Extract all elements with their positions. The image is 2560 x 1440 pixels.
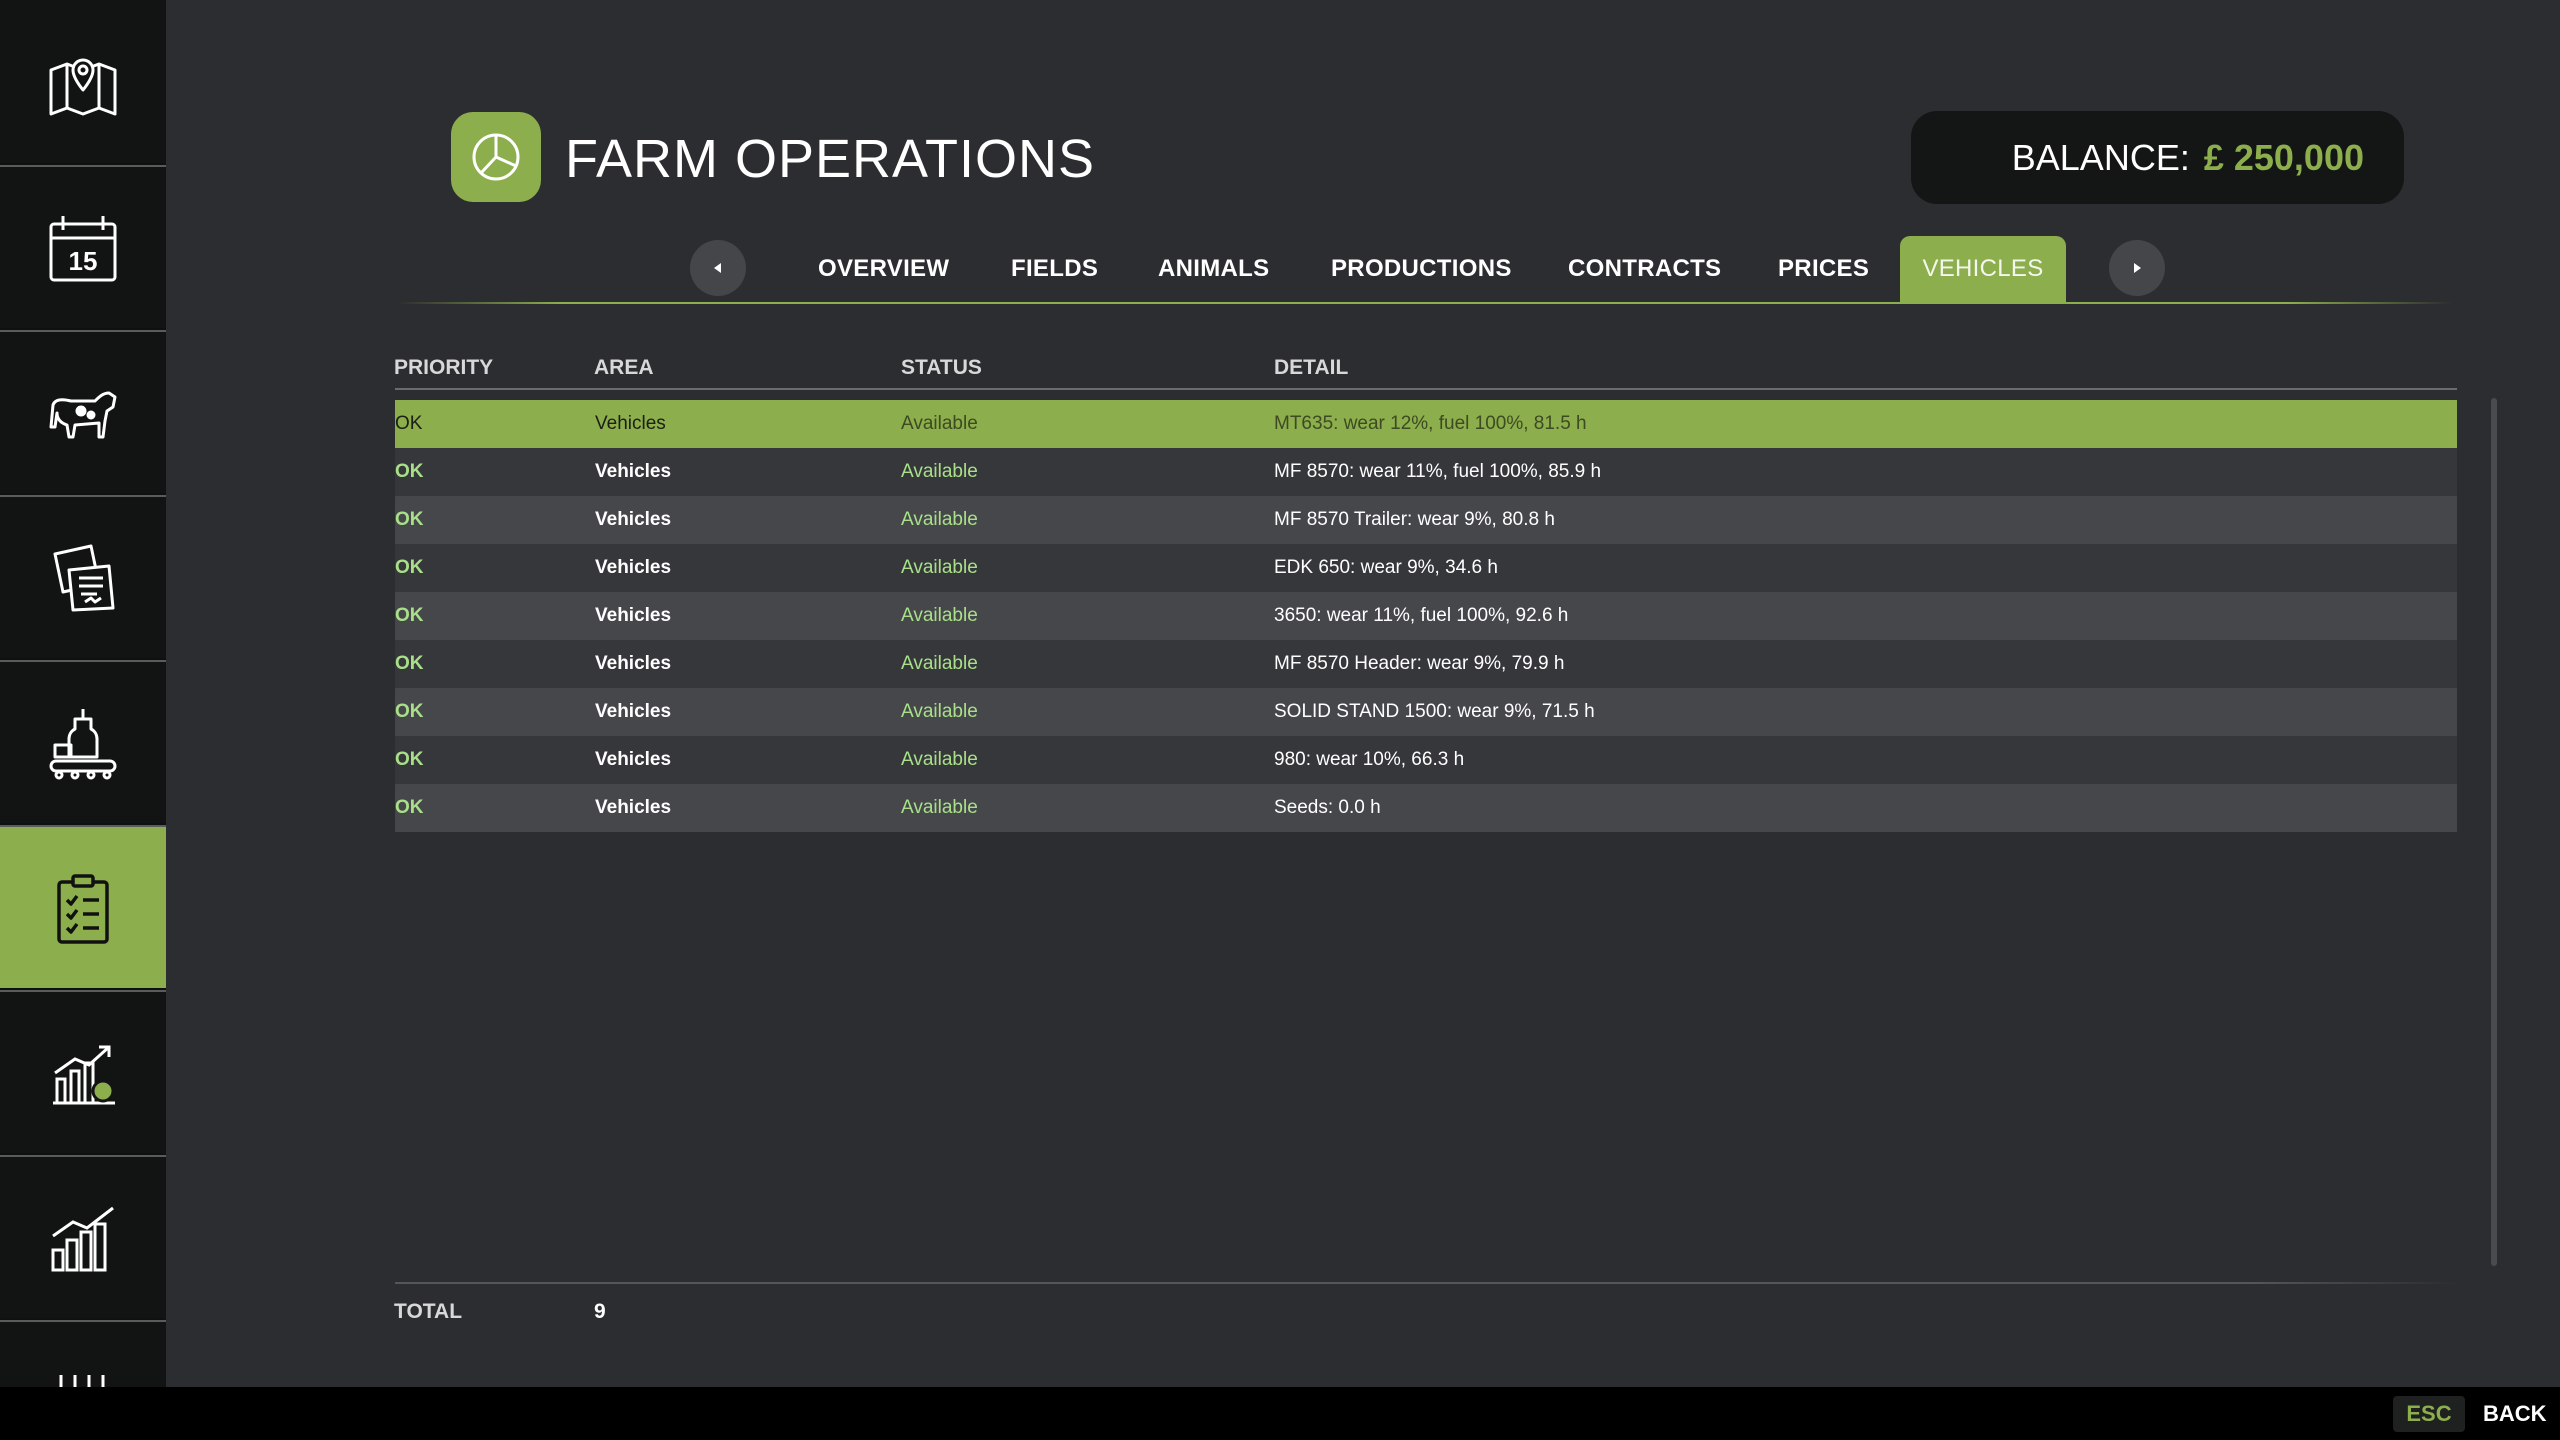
detail-cell: 3650: wear 11%, fuel 100%, 92.6 h [1274, 605, 1569, 626]
detail-cell: EDK 650: wear 9%, 34.6 h [1274, 557, 1498, 578]
status-cell: Available [901, 461, 978, 482]
detail-cell: Seeds: 0.0 h [1274, 797, 1381, 818]
tab-fields[interactable]: FIELDS [1011, 236, 1098, 302]
balance-value: £ 250,000 [2203, 136, 2364, 178]
priority-cell: OK [395, 605, 424, 626]
sidebar-item-finances[interactable] [0, 990, 166, 1153]
detail-cell: MF 8570: wear 11%, fuel 100%, 85.9 h [1274, 461, 1602, 482]
tab-prices[interactable]: PRICES [1778, 236, 1869, 302]
sidebar-item-map[interactable] [0, 0, 166, 163]
area-cell: Vehicles [595, 749, 672, 770]
area-cell: Vehicles [595, 701, 672, 722]
farm-operations-logo [451, 112, 541, 202]
area-cell: Vehicles [595, 413, 666, 434]
bottom-input-bar: ESC BACK [0, 1387, 2560, 1440]
documents-icon [53, 544, 115, 611]
status-cell: Available [901, 413, 978, 434]
cow-icon [49, 391, 117, 438]
header-divider [395, 388, 2457, 390]
status-cell: Available [901, 557, 978, 578]
table-row[interactable]: OK Vehicles Available MF 8570 Trailer: w… [395, 496, 2457, 544]
area-cell: Vehicles [595, 557, 672, 578]
status-cell: Available [901, 605, 978, 626]
back-button[interactable]: BACK [2483, 1401, 2547, 1427]
sidebar: 15 [0, 0, 166, 1387]
priority-cell: OK [395, 701, 424, 722]
area-cell: Vehicles [595, 509, 672, 530]
esc-key-hint[interactable]: ESC [2393, 1396, 2465, 1432]
total-label: TOTAL [394, 1300, 463, 1323]
detail-cell: SOLID STAND 1500: wear 9%, 71.5 h [1274, 701, 1595, 722]
detail-cell: 980: wear 10%, 66.3 h [1274, 749, 1465, 770]
area-cell: Vehicles [595, 797, 672, 818]
page-title: FARM OPERATIONS [565, 129, 1096, 189]
table-row[interactable]: OK Vehicles Available MT635: wear 12%, f… [395, 400, 2457, 448]
map-icon [49, 58, 117, 115]
tab-vehicles[interactable]: VEHICLES [1900, 236, 2066, 302]
status-cell: Available [901, 653, 978, 674]
priority-cell: OK [395, 509, 424, 530]
operations-table: OK Vehicles Available MT635: wear 12%, f… [395, 400, 2457, 832]
priority-cell: OK [395, 749, 424, 770]
arrow-left-icon [714, 263, 721, 273]
table-row[interactable]: OK Vehicles Available EDK 650: wear 9%, … [395, 544, 2457, 592]
table-scrollbar[interactable] [2491, 398, 2497, 1266]
pie-chart-icon [472, 133, 520, 181]
tab-prev-button[interactable] [690, 240, 746, 296]
tab-underline [397, 302, 2452, 304]
clipboard-checklist-icon [57, 873, 109, 944]
detail-cell: MF 8570 Header: wear 9%, 79.9 h [1274, 653, 1565, 674]
priority-cell: OK [395, 557, 424, 578]
area-cell: Vehicles [595, 605, 672, 626]
area-cell: Vehicles [595, 653, 672, 674]
status-cell: Available [901, 509, 978, 530]
sidebar-item-settings[interactable] [0, 1320, 166, 1387]
finance-chart-icon [53, 1045, 115, 1104]
farm-operations-screen: 15 FARM OPERATIONS BALANCE: £ 250,000 OV… [0, 0, 2560, 1440]
priority-cell: OK [395, 653, 424, 674]
table-row[interactable]: OK Vehicles Available Seeds: 0.0 h [395, 784, 2457, 832]
status-cell: Available [901, 749, 978, 770]
svg-text:15: 15 [69, 246, 98, 276]
column-header-status[interactable]: STATUS [901, 356, 982, 380]
arrow-right-icon [2134, 263, 2141, 273]
table-row[interactable]: OK Vehicles Available MF 8570: wear 11%,… [395, 448, 2457, 496]
footer-divider [395, 1282, 2457, 1284]
area-cell: Vehicles [595, 461, 672, 482]
total-value: 9 [594, 1300, 606, 1323]
status-cell: Available [901, 701, 978, 722]
production-icon [49, 708, 117, 779]
statistics-chart-icon [51, 1206, 114, 1271]
tab-contracts[interactable]: CONTRACTS [1568, 236, 1721, 302]
detail-cell: MF 8570 Trailer: wear 9%, 80.8 h [1274, 509, 1555, 530]
priority-cell: OK [395, 797, 424, 818]
sidebar-item-calendar[interactable]: 15 [0, 165, 166, 328]
sidebar-item-production[interactable] [0, 660, 166, 823]
tab-next-button[interactable] [2109, 240, 2165, 296]
column-header-priority[interactable]: PRIORITY [394, 356, 493, 380]
sidebar-item-contracts[interactable] [0, 495, 166, 658]
calendar-icon: 15 [49, 215, 117, 281]
detail-cell: MT635: wear 12%, fuel 100%, 81.5 h [1274, 413, 1587, 434]
column-header-detail[interactable]: DETAIL [1274, 356, 1348, 380]
priority-cell: OK [395, 461, 424, 482]
sidebar-item-animals[interactable] [0, 330, 166, 493]
tab-animals[interactable]: ANIMALS [1158, 236, 1269, 302]
table-row[interactable]: OK Vehicles Available 3650: wear 11%, fu… [395, 592, 2457, 640]
tab-overview[interactable]: OVERVIEW [818, 236, 949, 302]
column-header-area[interactable]: AREA [594, 356, 654, 380]
table-row[interactable]: OK Vehicles Available 980: wear 10%, 66.… [395, 736, 2457, 784]
sidebar-item-farm-operations[interactable] [0, 825, 166, 988]
table-row[interactable]: OK Vehicles Available MF 8570 Header: we… [395, 640, 2457, 688]
sidebar-item-statistics[interactable] [0, 1155, 166, 1318]
tab-productions[interactable]: PRODUCTIONS [1331, 236, 1512, 302]
status-cell: Available [901, 797, 978, 818]
settings-icon [59, 1374, 105, 1387]
table-row[interactable]: OK Vehicles Available SOLID STAND 1500: … [395, 688, 2457, 736]
balance-label: BALANCE: [2011, 136, 2190, 178]
priority-cell: OK [395, 413, 423, 434]
balance-display: BALANCE: £ 250,000 [1911, 111, 2404, 204]
